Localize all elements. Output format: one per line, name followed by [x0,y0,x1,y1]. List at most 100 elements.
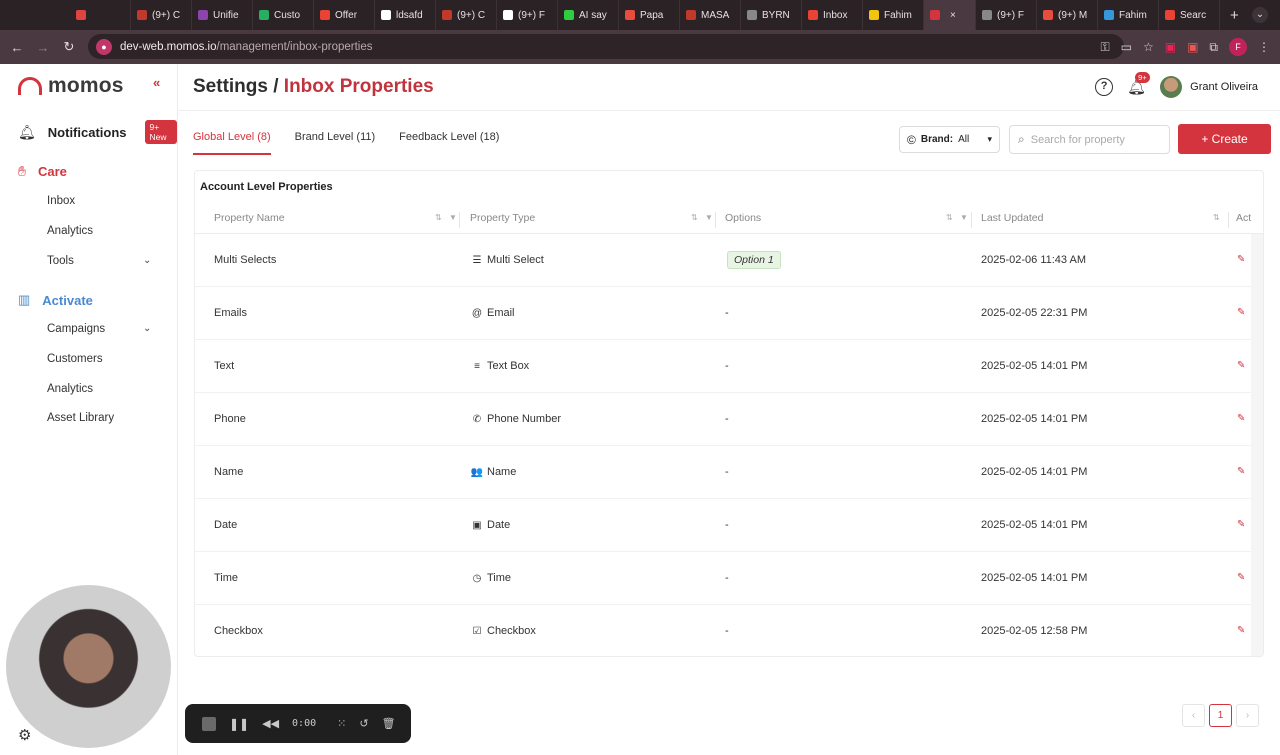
sort-icon[interactable]: ⇅ [435,213,442,222]
gear-icon[interactable]: ⚙ [18,726,31,744]
browser-tab[interactable]: (9+) F [976,0,1037,30]
tab-brand-level[interactable]: Brand Level (11) [295,131,376,155]
sidebar-item-inbox[interactable]: Inbox [47,195,75,207]
table-row[interactable]: Time ◷ Time - 2025-02-05 14:01 PM ✎ [195,552,1251,605]
column-header-property-name[interactable]: Property Name ⇅ ▼ [214,212,457,224]
trash-icon[interactable]: 🗑︎ [382,717,396,730]
new-tab-button[interactable]: + [1220,7,1249,24]
help-icon[interactable]: ? [1095,78,1114,96]
table-row[interactable]: Checkbox ☑ Checkbox - 2025-02-05 12:58 PM ✎ [195,605,1251,656]
extension-icon[interactable]: ▣ [1187,40,1198,54]
browser-tab[interactable]: Offer [314,0,375,30]
table-row[interactable]: Date ▣ Date - 2025-02-05 14:01 PM ✎ [195,499,1251,552]
tab-feedback-level[interactable]: Feedback Level (18) [399,131,499,155]
reload-icon[interactable]: ↻ [56,39,82,55]
browser-tab[interactable]: BYRN [741,0,802,30]
sort-icon[interactable]: ⇅ [1213,213,1220,222]
browser-tab[interactable]: MASA [680,0,741,30]
back-icon[interactable]: ← [4,40,30,55]
prev-page-button[interactable]: ‹ [1182,704,1205,727]
filter-icon[interactable]: ▼ [960,213,968,222]
extensions-puzzle-icon[interactable]: ⧉ [1209,40,1218,55]
profile-avatar[interactable]: F [1229,38,1247,56]
forward-icon[interactable]: → [30,40,56,55]
table-row[interactable]: Name 👥 Name -2025-02-05 14:01 PM ✎ [195,446,1251,499]
pause-icon[interactable]: ❚❚ [229,717,249,731]
brand-filter-select[interactable]: © Brand: All ▾ [899,126,1000,153]
browser-tab[interactable]: Unifie [192,0,253,30]
column-divider[interactable] [1228,212,1229,228]
grid-icon[interactable]: ⁙ [337,717,346,730]
site-info-icon[interactable]: ● [96,38,112,55]
browser-tab[interactable]: AI say [558,0,619,30]
edit-pencil-icon[interactable]: ✎ [1237,254,1245,265]
sidebar-item-tools[interactable]: Tools ⌄ [47,255,157,267]
browser-tab[interactable]: (9+) F [497,0,558,30]
column-divider[interactable] [459,212,460,228]
browser-tab[interactable]: Searc [1159,0,1220,30]
bookmark-star-icon[interactable]: ☆ [1143,40,1154,54]
sort-icon[interactable]: ⇅ [946,213,953,222]
sidebar-item-care-analytics[interactable]: Analytics [47,225,93,237]
vertical-scrollbar[interactable] [1251,234,1263,656]
notifications-bell[interactable]: 🔔︎ 9+ [1127,72,1150,96]
column-divider[interactable] [971,212,972,228]
search-input[interactable] [1030,133,1161,146]
tab-global-level[interactable]: Global Level (8) [193,131,271,155]
collapse-sidebar-icon[interactable]: « [153,75,160,90]
edit-pencil-icon[interactable]: ✎ [1237,360,1245,371]
create-button[interactable]: + Create [1178,124,1271,154]
tab-search-icon[interactable]: ⌄ [1252,7,1268,23]
filter-icon[interactable]: ▼ [449,213,457,222]
table-row[interactable]: Phone ✆ Phone Number - 2025-02-05 14:01 PM ✎ [195,393,1251,446]
filter-icon[interactable]: ▼ [705,213,713,222]
menu-kebab-icon[interactable]: ⋮ [1258,40,1270,54]
column-divider[interactable] [715,212,716,228]
browser-tab[interactable]: (9+) C [131,0,192,30]
browser-tab[interactable]: Fahim [863,0,924,30]
table-row[interactable]: Multi Selects ☰ Multi Select Option 1 2025-0… [195,234,1251,287]
cast-icon[interactable]: ▭ [1121,40,1132,54]
browser-tab[interactable]: Papa [619,0,680,30]
breadcrumb-settings[interactable]: Settings / [193,76,279,97]
extension-icon[interactable]: ▣ [1165,40,1176,54]
column-header-options[interactable]: Options ⇅ ▼ [725,212,968,224]
browser-tab[interactable]: (9+) C [436,0,497,30]
browser-tab[interactable]: ldsafd [375,0,436,30]
webcam-preview[interactable] [6,585,171,748]
address-bar[interactable]: ● dev-web.momos.io/management/inbox-prop… [88,34,1124,59]
page-1-button[interactable]: 1 [1209,704,1232,727]
sort-icon[interactable]: ⇅ [691,213,698,222]
edit-pencil-icon[interactable]: ✎ [1237,307,1245,318]
sidebar-item-care[interactable]: ✋︎ Care [18,163,67,180]
edit-pencil-icon[interactable]: ✎ [1237,413,1245,424]
key-icon[interactable]: ⚿ [1100,40,1109,55]
sidebar-item-activate[interactable]: ▥ Activate [18,292,93,308]
edit-pencil-icon[interactable]: ✎ [1237,625,1245,636]
stop-recording-button[interactable] [202,716,216,731]
column-header-last-updated[interactable]: Last Updated ⇅ [981,212,1221,224]
browser-tab[interactable]: Custo [253,0,314,30]
table-row[interactable]: Emails @ Email - 2025-02-05 22:31 PM ✎ [195,287,1251,340]
sidebar-item-campaigns[interactable]: Campaigns ⌄ [47,323,157,335]
browser-tab[interactable]: × [924,0,976,30]
browser-tab[interactable]: Fahim [1098,0,1159,30]
column-header-property-type[interactable]: Property Type ⇅ ▼ [470,212,713,224]
restart-icon[interactable]: ↺ [359,717,368,730]
next-page-button[interactable]: › [1236,704,1259,727]
close-tab-icon[interactable]: × [950,10,956,21]
brand-logo[interactable]: momos [18,74,124,98]
browser-tab[interactable]: Inbox [802,0,863,30]
edit-pencil-icon[interactable]: ✎ [1237,466,1245,477]
sidebar-item-asset-library[interactable]: Asset Library [47,412,114,424]
sidebar-item-customers[interactable]: Customers [47,353,103,365]
browser-tab[interactable] [70,0,131,30]
browser-tab[interactable]: (9+) M [1037,0,1098,30]
table-row[interactable]: Text ≡ Text Box - 2025-02-05 14:01 PM ✎ [195,340,1251,393]
edit-pencil-icon[interactable]: ✎ [1237,572,1245,583]
user-menu[interactable]: Grant Oliveira [1160,76,1258,98]
edit-pencil-icon[interactable]: ✎ [1237,519,1245,530]
sidebar-item-activate-analytics[interactable]: Analytics [47,383,93,395]
rewind-icon[interactable]: ◀◀ [262,717,279,730]
sidebar-item-notifications[interactable]: 🔔︎ Notifications 9+ New [18,120,177,144]
